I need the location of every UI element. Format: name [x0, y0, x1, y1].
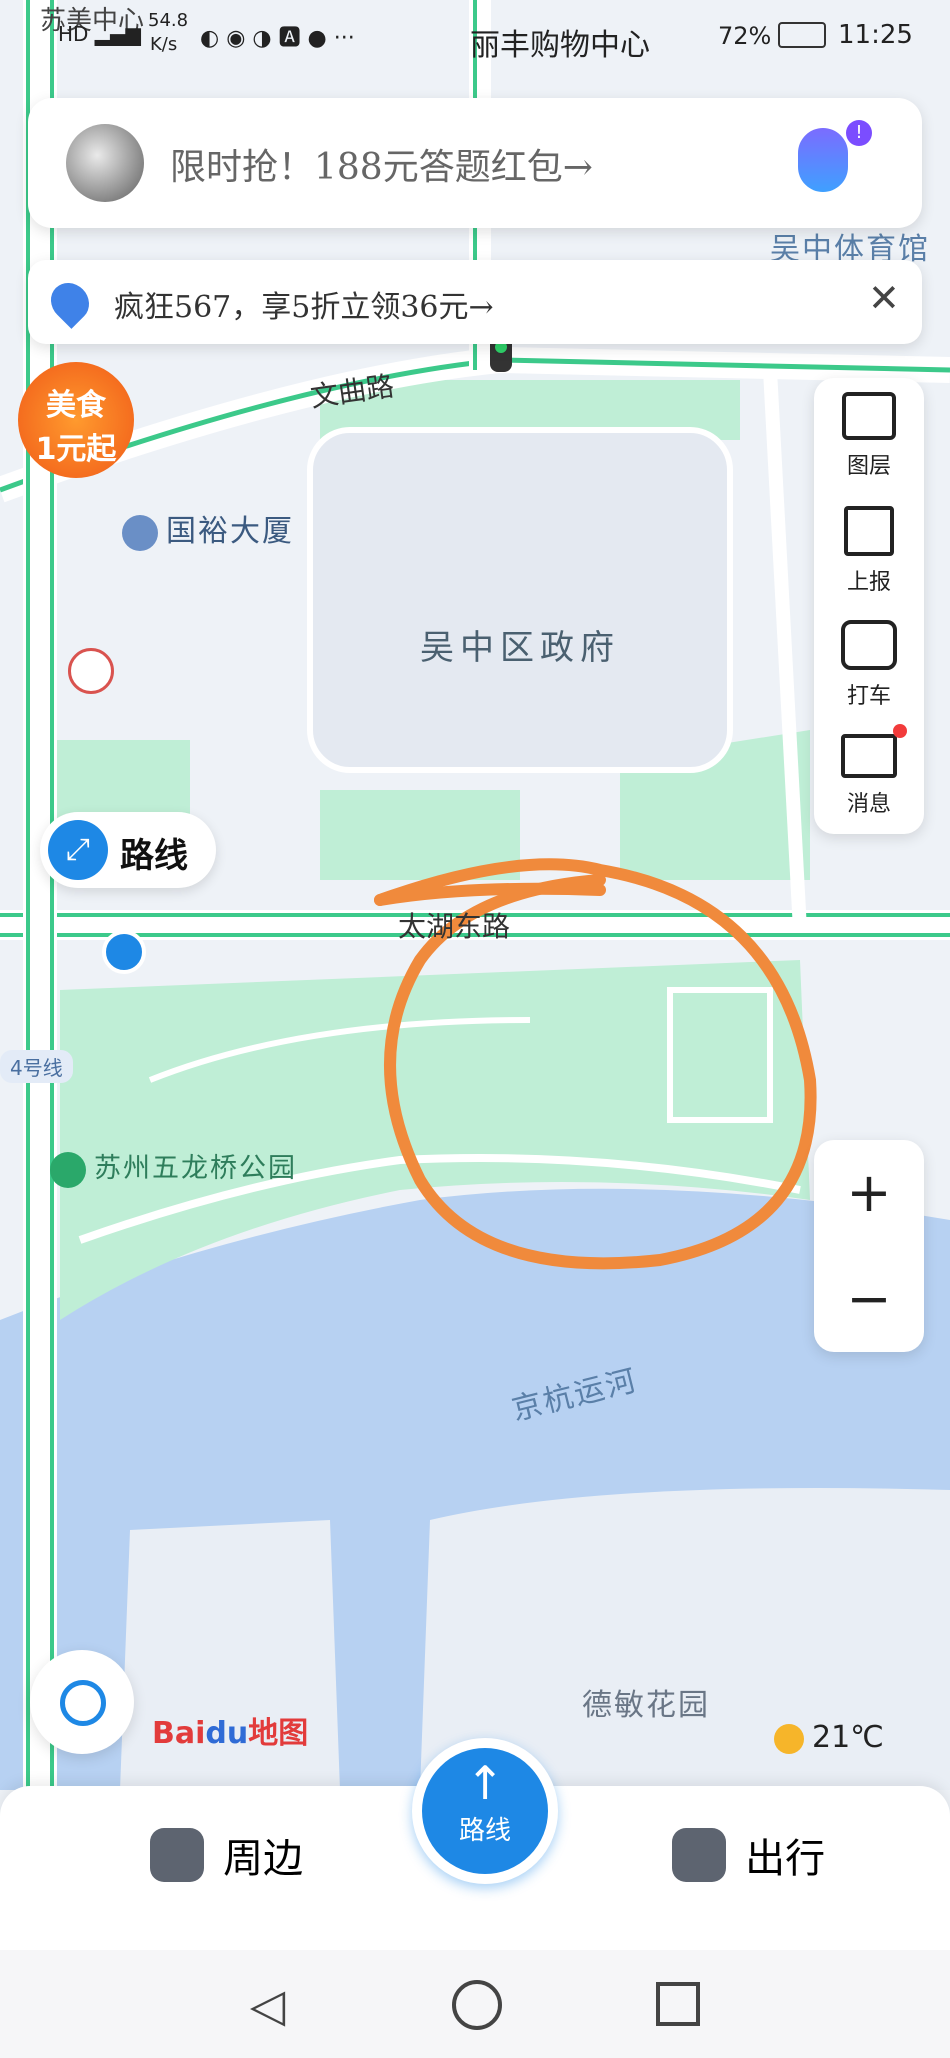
report-icon [844, 506, 894, 556]
locate-icon [60, 1680, 106, 1726]
avatar[interactable] [66, 124, 144, 202]
toolbar-message[interactable]: 消息 [814, 724, 924, 818]
notice-text[interactable]: 疯狂567，享5折立领36元→ [114, 282, 494, 326]
net-unit: K/s [150, 34, 178, 55]
taxi-icon [841, 620, 897, 670]
road-label-taihu-east: 太湖东路 [398, 910, 511, 943]
unread-dot-icon [893, 724, 907, 738]
route-chip[interactable]: ⤢ 路线 [40, 812, 216, 888]
poi-park[interactable]: 苏州五龙桥公园 [50, 1146, 297, 1188]
logo-brand: Bai [152, 1716, 206, 1751]
layers-icon [842, 392, 896, 440]
building-icon [122, 515, 158, 551]
bank-icon[interactable] [68, 648, 114, 694]
status-bar: 苏美中心 HD ▂▄▆ 54.8 K/s ◐ ◉ ◑ 🅰 ● ··· 丽丰购物中… [0, 0, 950, 70]
badge-line1: 美食 [46, 388, 106, 423]
notice-banner[interactable]: 疯狂567，享5折立领36元→ ✕ [28, 260, 922, 344]
toolbar-taxi[interactable]: 打车 [814, 620, 924, 710]
signal-icon: HD ▂▄▆ [58, 22, 141, 46]
zoom-out-button[interactable]: − [814, 1246, 924, 1352]
toolbar-layers[interactable]: 图层 [814, 392, 924, 480]
right-toolbar: 图层 上报 打车 消息 [814, 378, 924, 834]
paw-icon: du [205, 1716, 249, 1751]
nearby-label: 周边 [223, 1836, 304, 1882]
badge-line2: 1元起 [35, 432, 117, 467]
recent-apps-icon[interactable] [656, 1982, 700, 2026]
weather[interactable]: 21℃ [774, 1720, 884, 1755]
logo-text: 地图 [248, 1716, 309, 1751]
toolbar-report[interactable]: 上报 [814, 506, 924, 596]
battery-text: 72% [718, 22, 772, 50]
travel-icon [672, 1828, 726, 1882]
battery-icon [778, 22, 826, 48]
poi-demin[interactable]: 德敏花园 [582, 1680, 710, 1724]
message-icon [841, 724, 907, 778]
poi-wuzhong-gov[interactable]: 吴中区政府 [420, 620, 620, 669]
zoom-in-button[interactable]: + [814, 1140, 924, 1246]
nearby-button[interactable]: 周边 [150, 1826, 303, 1884]
metro-line-badge[interactable]: 4号线 [0, 1050, 73, 1083]
promo-text[interactable]: 限时抢！188元答题红包→ [170, 138, 593, 190]
app-icons: ◐ ◉ ◑ 🅰 ● ··· [200, 26, 355, 51]
baidu-map-logo: Baidu地图 [152, 1708, 308, 1752]
route-button[interactable]: ↑ 路线 [412, 1738, 558, 1884]
travel-button[interactable]: 出行 [672, 1826, 825, 1884]
clock-text: 11:25 [838, 20, 913, 50]
bottom-bar: 周边 ↑ 路线 出行 [0, 1738, 950, 1950]
route-arrow-icon: ↑ [465, 1756, 505, 1810]
net-speed: 54.8 [148, 10, 189, 31]
route-arrows-icon: ⤢ [48, 820, 108, 880]
poi-guoyu[interactable]: 国裕大厦 [122, 506, 294, 551]
notification-dot-icon: ! [846, 120, 872, 146]
route-chip-label: 路线 [120, 836, 188, 876]
search-bar[interactable]: 限时抢！188元答题红包→ ! [28, 98, 922, 228]
center-text: 丽丰购物中心 [470, 28, 650, 63]
close-icon[interactable]: ✕ [868, 276, 900, 320]
weather-sun-icon [774, 1723, 804, 1754]
toolbar-label: 打车 [846, 684, 891, 709]
travel-label: 出行 [745, 1836, 826, 1882]
voice-mic-icon[interactable] [798, 128, 848, 192]
location-pin-icon [43, 275, 97, 329]
toolbar-label: 上报 [846, 570, 891, 595]
locate-button[interactable] [30, 1650, 134, 1754]
back-icon[interactable]: ◁ [250, 1978, 285, 2032]
toolbar-label: 图层 [846, 454, 891, 479]
toolbar-label: 消息 [846, 792, 891, 817]
compass-icon [150, 1828, 204, 1882]
system-nav-bar: ◁ [0, 1950, 950, 2058]
home-icon[interactable] [452, 1980, 502, 2030]
food-promo-badge[interactable]: 美食 1元起 [18, 362, 134, 478]
route-label: 路线 [458, 1816, 511, 1846]
zoom-control: + − [814, 1140, 924, 1352]
weather-temp: 21℃ [812, 1720, 884, 1755]
park-icon [50, 1151, 86, 1188]
